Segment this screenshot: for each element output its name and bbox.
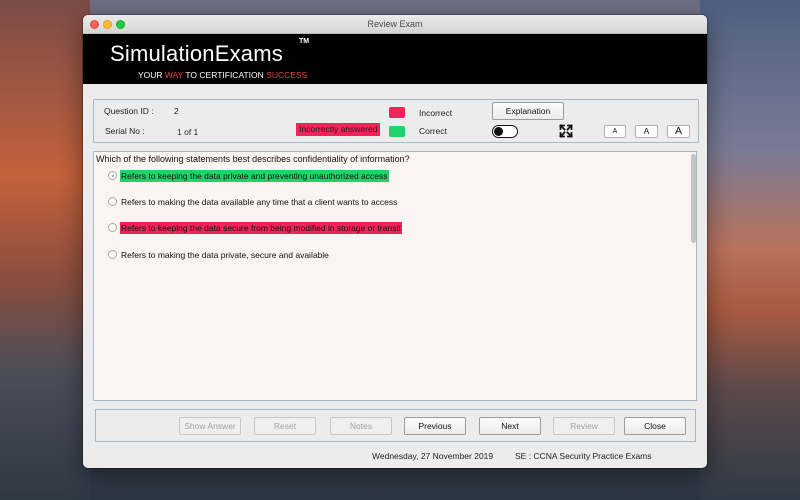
serial-no-label: Serial No : [105,126,145,136]
radio-icon[interactable] [108,223,117,232]
correct-legend-swatch [389,126,405,137]
answer-option-text: Refers to keeping the data secure from b… [120,222,402,234]
radio-icon[interactable] [108,250,117,259]
answer-option-text: Refers to making the data available any … [121,197,398,207]
show-answer-button[interactable]: Show Answer [179,417,241,435]
scrollbar-thumb[interactable] [691,154,696,243]
tagline-success: SUCCESS [266,70,308,80]
brand-banner: SimulationExams TM YOUR WAY TO CERTIFICA… [83,34,707,84]
notes-button[interactable]: Notes [330,417,392,435]
previous-button[interactable]: Previous [404,417,466,435]
toggle-knob [494,127,503,136]
font-size-medium-button[interactable]: A [635,125,658,138]
title-bar[interactable]: Review Exam [83,15,707,34]
font-size-small-button[interactable]: A [604,125,626,138]
review-button[interactable]: Review [553,417,615,435]
desktop-wallpaper-left [0,0,90,500]
tagline-part1: YOUR [138,70,165,80]
question-scrollbar[interactable] [691,154,696,398]
trademark-mark: TM [299,38,310,45]
tagline-part2: TO CERTIFICATION [183,70,267,80]
review-exam-window: Review Exam SimulationExams TM YOUR WAY … [83,15,707,468]
status-badge: Incorrectly answered [296,123,381,136]
serial-no-value: 1 of 1 [177,127,199,137]
question-panel: Which of the following statements best d… [93,151,697,401]
question-id-label: Question ID : [104,106,154,116]
brand-tagline: YOUR WAY TO CERTIFICATION SUCCESS [138,70,307,80]
question-info-bar: Question ID : 2 Serial No : 1 of 1 Incor… [93,99,699,143]
radio-icon[interactable] [108,197,117,206]
explanation-button[interactable]: Explanation [492,102,564,120]
window-title: Review Exam [367,19,423,29]
incorrect-legend-swatch [389,107,405,118]
tagline-way: WAY [164,70,184,80]
next-button[interactable]: Next [479,417,541,435]
brand-logo-text: SimulationExams [110,41,283,66]
explanation-toggle[interactable] [492,125,518,138]
correct-legend-label: Correct [419,126,447,136]
expand-icon[interactable] [559,124,573,138]
desktop-wallpaper-right [700,0,800,500]
footer-exam-name: SE : CCNA Security Practice Exams [515,451,652,461]
close-button[interactable]: Close [624,417,686,435]
answer-option-text: Refers to keeping the data private and p… [120,170,389,182]
question-text: Which of the following statements best d… [96,154,410,164]
incorrect-legend-label: Incorrect [419,108,453,118]
navigation-bar: Show Answer Reset Notes Previous Next Re… [95,409,696,442]
answer-option-text: Refers to making the data private, secur… [121,250,329,260]
font-size-large-button[interactable]: A [667,125,690,138]
question-id-value: 2 [174,106,179,116]
reset-button[interactable]: Reset [254,417,316,435]
radio-icon[interactable] [108,171,117,180]
footer-date: Wednesday, 27 November 2019 [372,451,494,461]
